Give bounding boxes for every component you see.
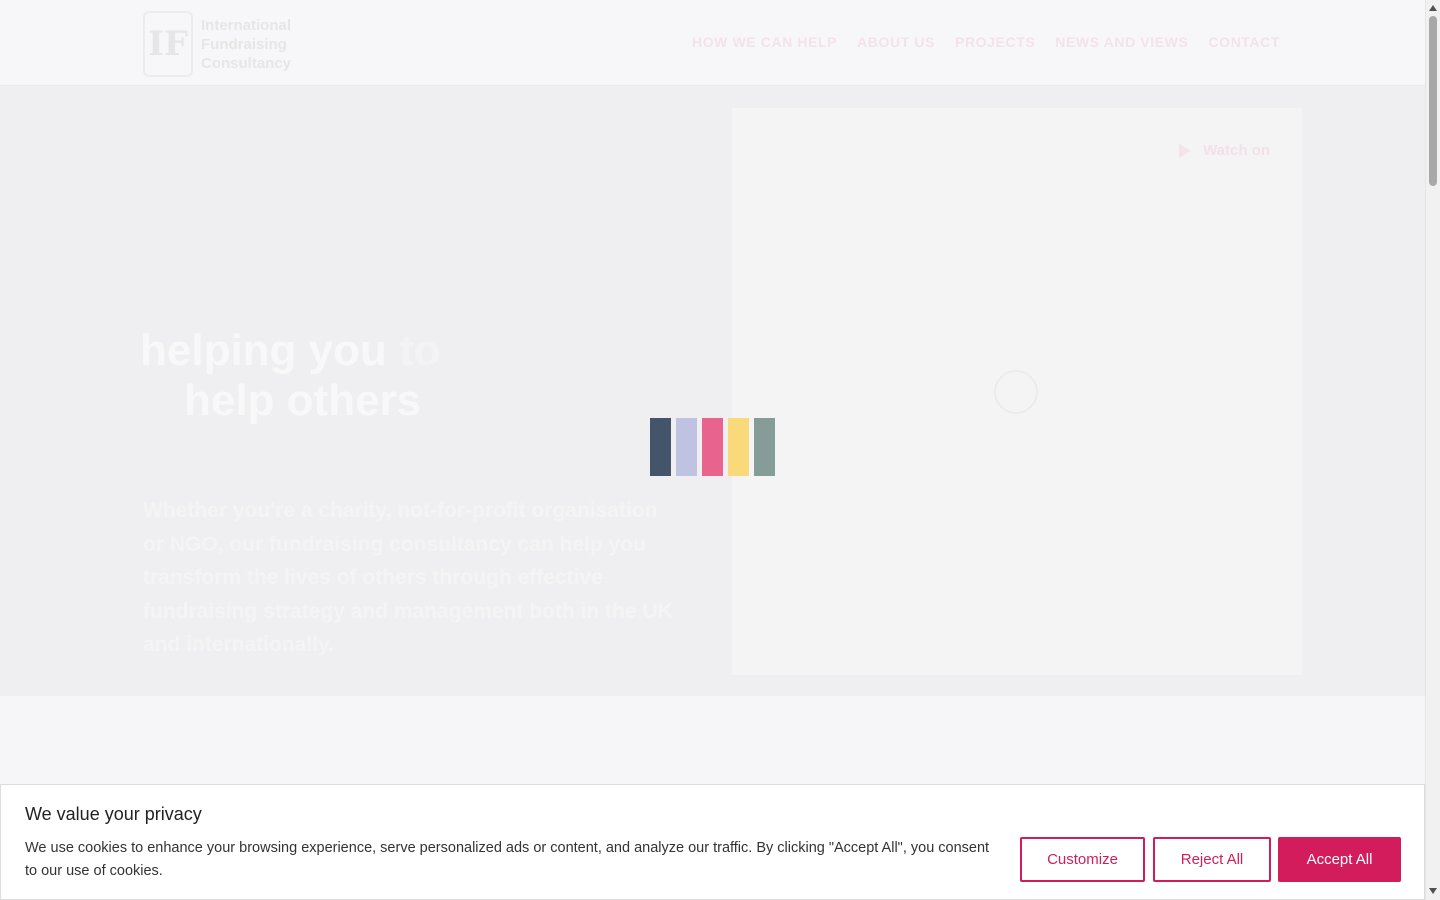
page-preloader [650,418,775,476]
logo-line-1: International [201,16,292,34]
preloader-bar [754,418,775,476]
hero-title-part1: helping you [140,326,387,375]
cookie-consent-banner: We value your privacy We use cookies to … [0,784,1425,900]
cookie-description: We use cookies to enhance your browsing … [25,840,990,879]
hero-title-line2: help others [184,376,422,425]
hero-section: helping you to help others Whether you'r… [0,86,1425,696]
scrollbar-thumb[interactable] [1429,16,1437,186]
logo-text: International Fundraising Consultancy [201,16,291,73]
logo-line-3: Consultancy [201,54,292,72]
reject-all-button[interactable]: Reject All [1153,837,1271,882]
cookie-title: We value your privacy [25,804,202,824]
nav-news-and-views[interactable]: NEWS AND VIEWS [1055,34,1188,50]
scroll-down-arrow-icon[interactable] [1429,888,1437,894]
site-logo[interactable]: IF International Fundraising Consultancy [143,10,303,78]
hero-description: Whether you're a charity, not-for-profit… [143,499,673,656]
accept-all-button[interactable]: Accept All [1278,837,1401,882]
vertical-scrollbar[interactable] [1425,0,1440,900]
hero-title-accent: to [399,326,441,375]
scroll-up-arrow-icon[interactable] [1429,5,1437,11]
nav-how-we-can-help[interactable]: HOW WE CAN HELP [692,34,837,50]
play-icon [1179,143,1192,158]
watch-on-link[interactable]: Watch on [1179,142,1270,159]
preloader-bar [728,418,749,476]
video-loading-spinner-icon [994,370,1038,414]
main-nav: HOW WE CAN HELP ABOUT US PROJECTS NEWS A… [692,34,1280,50]
customize-button[interactable]: Customize [1020,837,1145,882]
watch-on-label: Watch on [1203,142,1270,159]
preloader-bar [650,418,671,476]
preloader-bar [676,418,697,476]
hero-title: helping you to help others [140,326,640,426]
video-embed[interactable]: Watch on [732,108,1302,675]
preloader-bar [702,418,723,476]
nav-projects[interactable]: PROJECTS [955,34,1035,50]
nav-contact[interactable]: CONTACT [1208,34,1280,50]
site-header: IF International Fundraising Consultancy… [0,0,1425,86]
logo-mark: IF [143,11,193,77]
nav-about-us[interactable]: ABOUT US [857,34,935,50]
logo-line-2: Fundraising [201,35,287,53]
